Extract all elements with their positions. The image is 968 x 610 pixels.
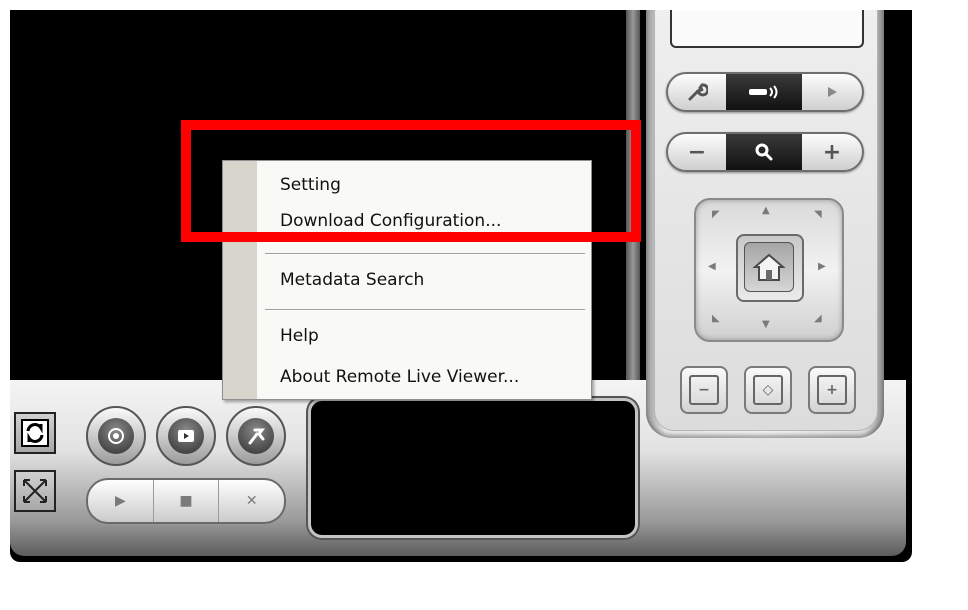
wrench-icon[interactable]: [668, 74, 726, 110]
zoom-out-frame-button[interactable]: −: [680, 366, 728, 414]
menu-item-help[interactable]: Help: [280, 326, 319, 346]
refresh-icon: [21, 419, 49, 447]
playback-control-bar: ▶ ■ ✕: [86, 478, 286, 524]
zoom-out-frame-icon: −: [689, 375, 719, 405]
status-display-screen: [308, 398, 638, 538]
home-icon: [744, 242, 794, 292]
highlight-annotation-box: [181, 120, 641, 242]
pan-down-right-arrow[interactable]: ◢: [814, 314, 822, 324]
play-icon[interactable]: [802, 74, 862, 110]
close-button[interactable]: ✕: [219, 480, 284, 522]
magnifier-icon: [726, 134, 802, 170]
menu-item-about[interactable]: About Remote Live Viewer...: [280, 367, 519, 387]
zoom-in-frame-button[interactable]: +: [808, 366, 856, 414]
fullscreen-button[interactable]: [14, 470, 56, 512]
menu-separator: [265, 253, 585, 255]
tools-icon: [238, 418, 274, 454]
pan-up-right-arrow[interactable]: ◥: [814, 210, 822, 220]
pan-down-arrow[interactable]: ▼: [762, 320, 770, 330]
auto-focus-frame-icon: ◇: [753, 375, 783, 405]
record-icon: [98, 418, 134, 454]
menu-separator: [265, 309, 585, 311]
refresh-button[interactable]: [14, 412, 56, 454]
zoom-out-button[interactable]: −: [668, 134, 726, 170]
play-button[interactable]: ▶: [88, 480, 154, 522]
preview-screen: [670, 10, 864, 48]
pan-up-arrow[interactable]: ▲: [762, 206, 770, 216]
record-button[interactable]: [86, 406, 146, 466]
menu-item-metadata-search[interactable]: Metadata Search: [280, 270, 424, 290]
audio-control-bar: [666, 72, 864, 112]
playback-button[interactable]: [156, 406, 216, 466]
zoom-control-bar: − +: [666, 132, 864, 172]
pan-up-left-arrow[interactable]: ◤: [712, 210, 720, 220]
stop-button[interactable]: ■: [154, 480, 220, 522]
zoom-in-frame-icon: +: [817, 375, 847, 405]
pan-left-arrow[interactable]: ◀: [708, 262, 716, 272]
zoom-in-button[interactable]: +: [802, 134, 862, 170]
auto-focus-frame-button[interactable]: ◇: [744, 366, 792, 414]
fullscreen-x-icon: [23, 479, 47, 503]
tools-button[interactable]: [226, 406, 286, 466]
playback-icon: [168, 418, 204, 454]
speaker-icon[interactable]: [726, 74, 802, 110]
pan-right-arrow[interactable]: ▶: [818, 262, 826, 272]
pan-down-left-arrow[interactable]: ◣: [712, 314, 720, 324]
